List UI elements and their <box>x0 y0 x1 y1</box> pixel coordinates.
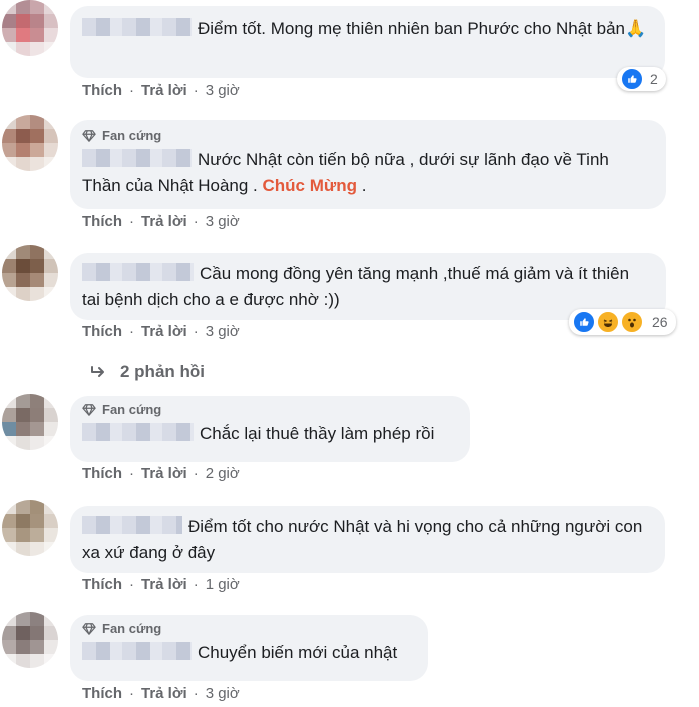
reply-button[interactable]: Trả lời <box>141 82 187 99</box>
avatar[interactable] <box>2 394 58 450</box>
comment-actions: Thích · Trả lời · 3 giờ <box>82 213 240 230</box>
comment-bubble: Điểm tốt cho nước Nhật và hi vọng cho cả… <box>70 506 665 573</box>
comment-actions: Thích · Trả lời · 3 giờ <box>82 82 240 99</box>
comment-text: Điểm tốt. Mong mẹ thiên nhiên ban Phước … <box>82 16 649 42</box>
commenter-name[interactable] <box>82 18 192 36</box>
like-button[interactable]: Thích <box>82 82 122 99</box>
avatar[interactable] <box>2 500 58 556</box>
reply-button[interactable]: Trả lời <box>141 323 187 340</box>
timestamp[interactable]: 3 giờ <box>206 685 240 702</box>
avatar[interactable] <box>2 0 58 56</box>
badge-label: Fan cứng <box>102 402 162 417</box>
commenter-name[interactable] <box>82 516 182 534</box>
commenter-name[interactable] <box>82 263 194 281</box>
comment-text: Cầu mong đồng yên tăng mạnh ,thuế má giả… <box>82 263 630 309</box>
diamond-icon <box>82 403 96 417</box>
commenter-name[interactable] <box>82 149 192 167</box>
separator: · <box>129 465 134 482</box>
reaction-summary[interactable]: 2 <box>617 67 666 91</box>
like-button[interactable]: Thích <box>82 213 122 230</box>
comment-bubble: Fan cứng Chuyển biến mới của nhật <box>70 615 428 681</box>
diamond-icon <box>82 129 96 143</box>
highlight-text: Chúc Mừng <box>262 176 357 195</box>
like-reaction-icon <box>572 310 596 334</box>
reaction-count: 26 <box>652 314 668 330</box>
timestamp[interactable]: 1 giờ <box>206 576 240 593</box>
reply-button[interactable]: Trả lời <box>141 576 187 593</box>
reply-arrow-icon <box>91 366 104 377</box>
separator: · <box>129 323 134 340</box>
separator: · <box>129 576 134 593</box>
reply-button[interactable]: Trả lời <box>141 213 187 230</box>
like-reaction-icon <box>620 67 644 91</box>
like-button[interactable]: Thích <box>82 685 122 702</box>
like-button[interactable]: Thích <box>82 576 122 593</box>
wow-reaction-icon <box>620 310 644 334</box>
separator: · <box>193 685 199 702</box>
separator: · <box>193 82 199 99</box>
fan-badge: Fan cứng <box>82 621 412 636</box>
commenter-name[interactable] <box>82 642 192 660</box>
badge-label: Fan cứng <box>102 128 162 143</box>
timestamp[interactable]: 3 giờ <box>206 323 240 340</box>
separator: · <box>193 465 199 482</box>
comment-text: Chuyển biến mới của nhật <box>82 640 412 666</box>
comment-text: Điểm tốt cho nước Nhật và hi vọng cho cả… <box>82 516 643 562</box>
reaction-count: 2 <box>650 71 658 87</box>
fan-badge: Fan cứng <box>82 402 454 417</box>
comment-actions: Thích · Trả lời · 3 giờ <box>82 685 240 702</box>
fan-badge: Fan cứng <box>82 128 650 143</box>
timestamp[interactable]: 2 giờ <box>206 465 240 482</box>
like-button[interactable]: Thích <box>82 323 122 340</box>
separator: · <box>193 213 199 230</box>
comment-bubble: Fan cứng Nước Nhật còn tiến bộ nữa , dướ… <box>70 120 666 209</box>
comment-actions: Thích · Trả lời · 2 giờ <box>82 465 240 482</box>
replies-count-label: 2 phản hồi <box>120 362 205 381</box>
diamond-icon <box>82 622 96 636</box>
avatar[interactable] <box>2 245 58 301</box>
haha-reaction-icon <box>596 310 620 334</box>
badge-label: Fan cứng <box>102 621 162 636</box>
comment-actions: Thích · Trả lời · 3 giờ <box>82 323 240 340</box>
separator: · <box>129 685 134 702</box>
separator: · <box>129 82 134 99</box>
separator: · <box>193 576 199 593</box>
comment-text: Chắc lại thuê thầy làm phép rồi <box>82 421 454 447</box>
reaction-summary[interactable]: 26 <box>569 309 676 335</box>
commenter-name[interactable] <box>82 423 194 441</box>
timestamp[interactable]: 3 giờ <box>206 213 240 230</box>
avatar[interactable] <box>2 115 58 171</box>
comment-bubble: Điểm tốt. Mong mẹ thiên nhiên ban Phước … <box>70 6 665 78</box>
reply-button[interactable]: Trả lời <box>141 465 187 482</box>
comment-text: Nước Nhật còn tiến bộ nữa , dưới sự lãnh… <box>82 149 609 195</box>
comment-bubble: Fan cứng Chắc lại thuê thầy làm phép rồi <box>70 396 470 462</box>
reply-button[interactable]: Trả lời <box>141 685 187 702</box>
like-button[interactable]: Thích <box>82 465 122 482</box>
view-replies-link[interactable]: 2 phản hồi <box>90 362 205 382</box>
avatar[interactable] <box>2 612 58 668</box>
separator: · <box>129 213 134 230</box>
comment-actions: Thích · Trả lời · 1 giờ <box>82 576 240 593</box>
separator: · <box>193 323 199 340</box>
timestamp[interactable]: 3 giờ <box>206 82 240 99</box>
